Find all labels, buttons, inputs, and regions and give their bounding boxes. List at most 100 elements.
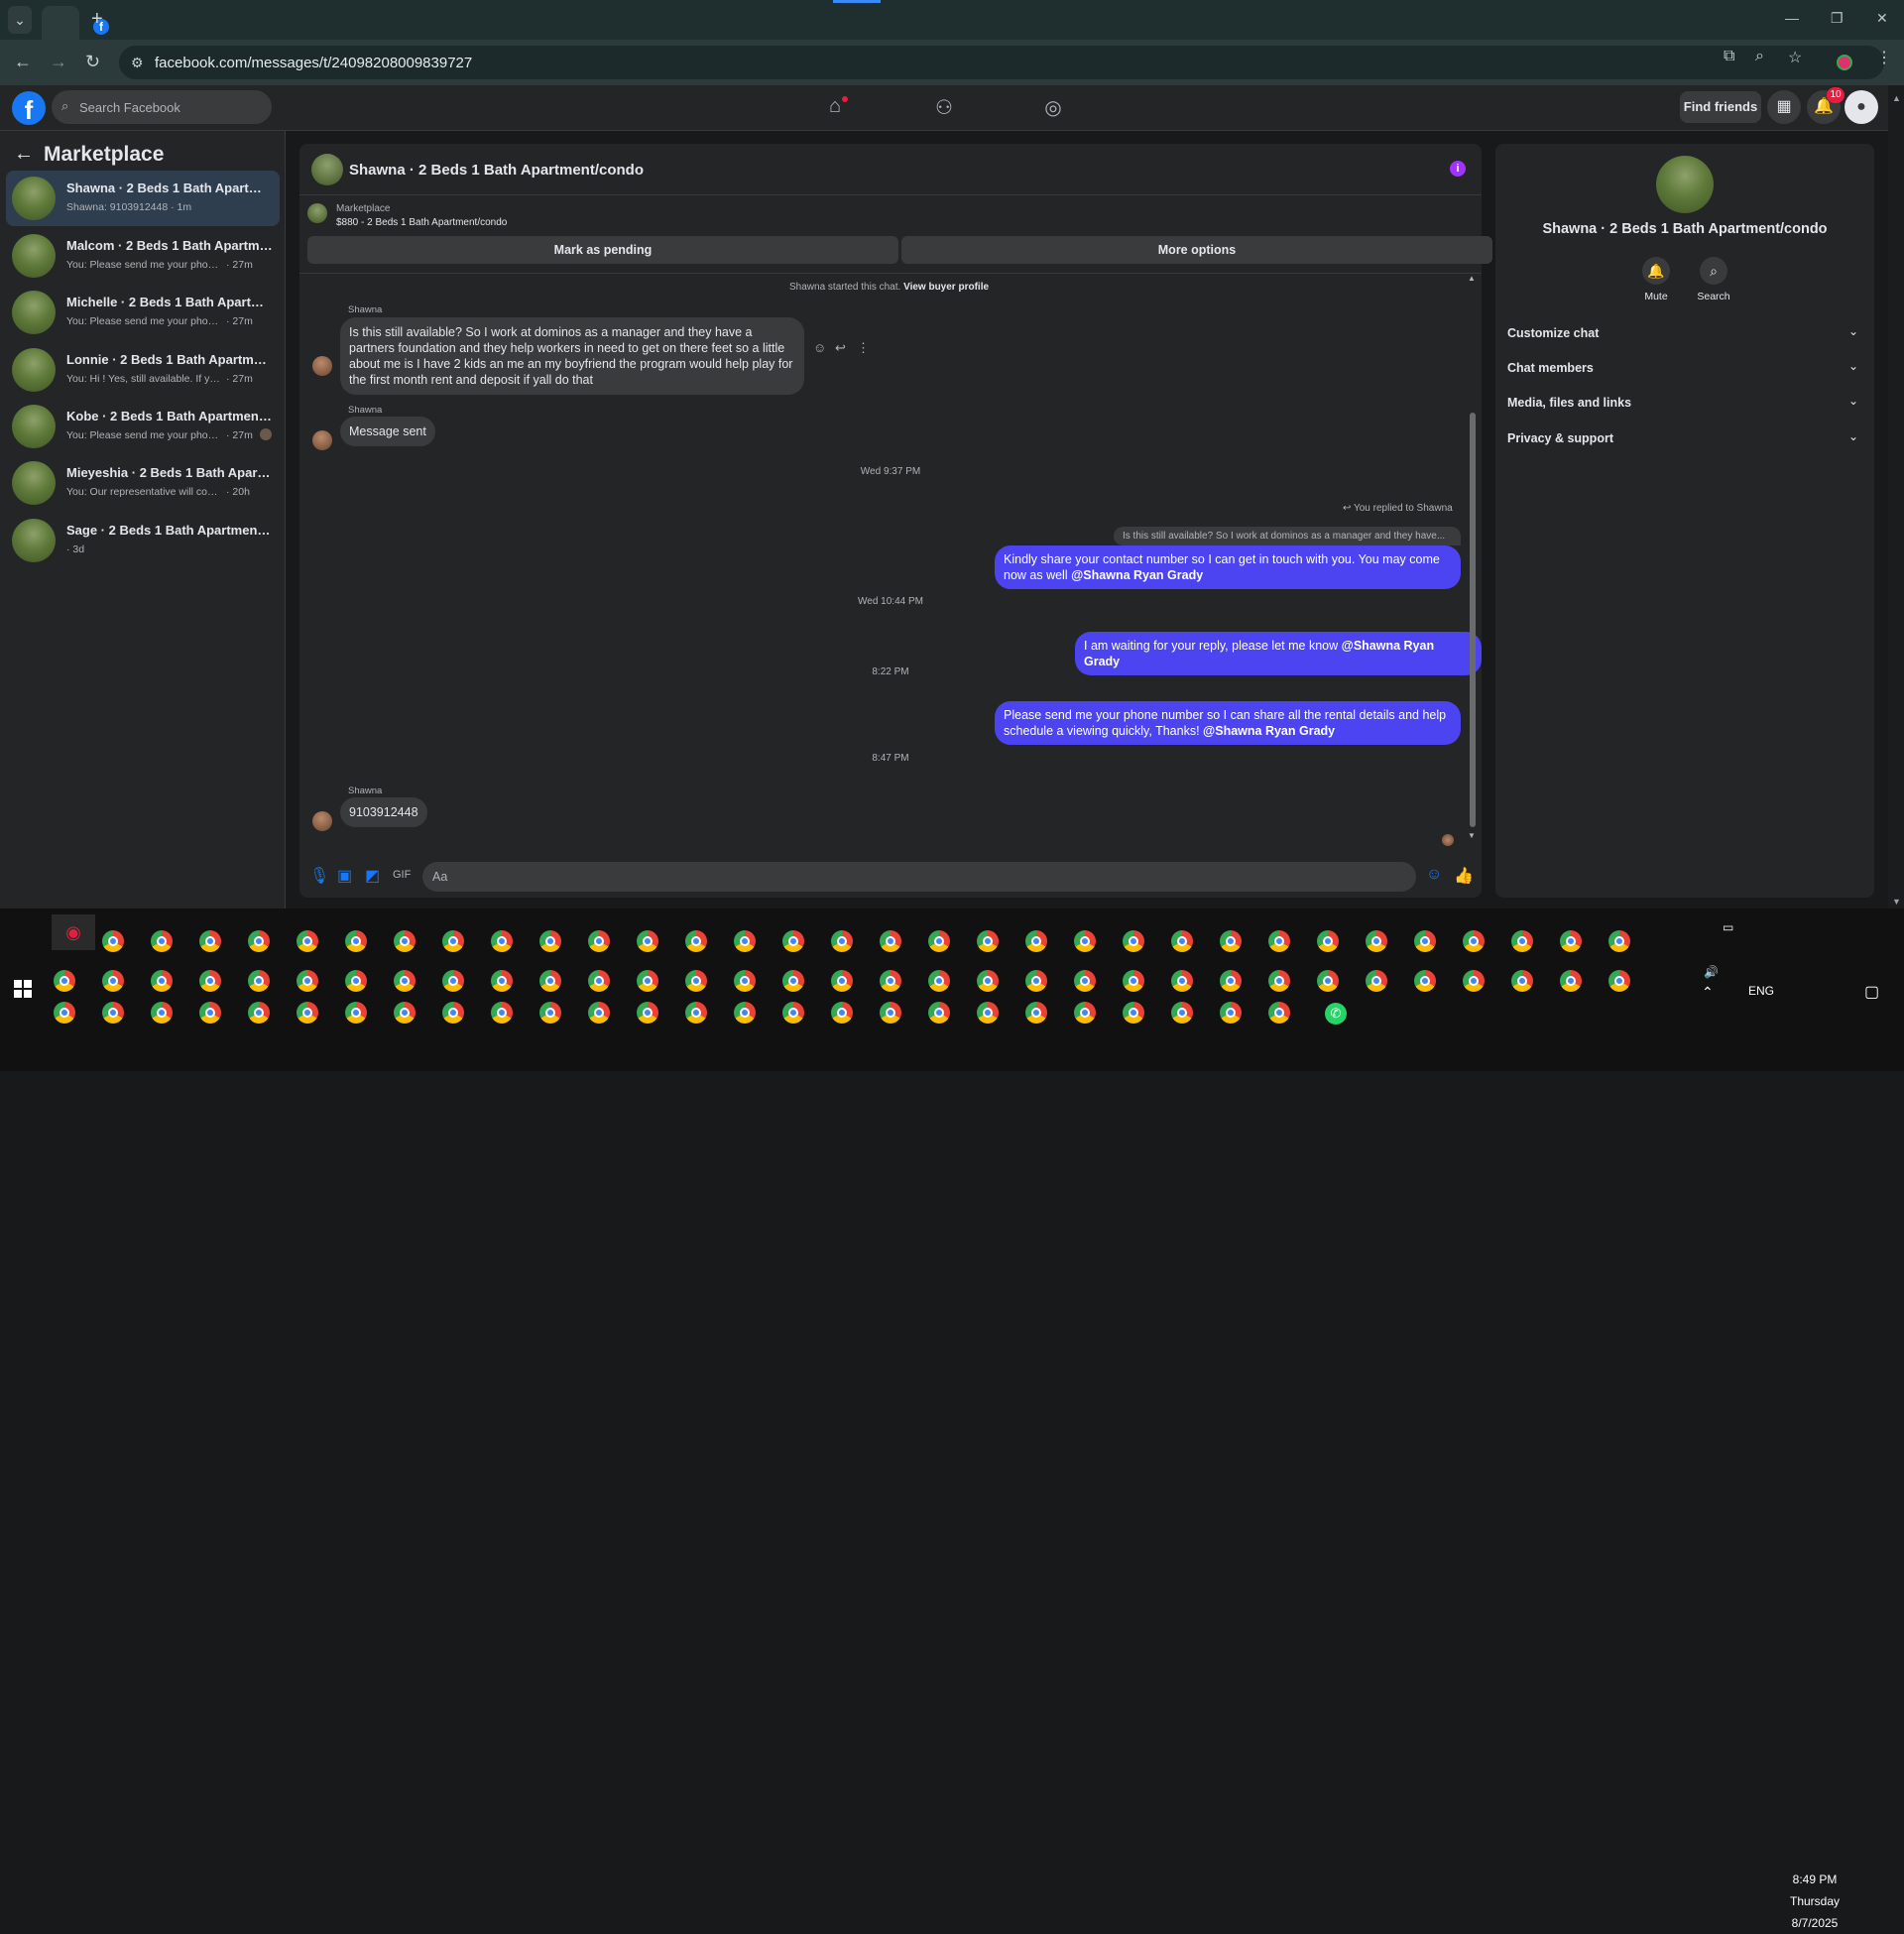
chat-avatar[interactable] bbox=[311, 154, 343, 185]
language-indicator[interactable]: ENG bbox=[1748, 984, 1774, 998]
chrome-taskbar-icon[interactable] bbox=[1220, 930, 1242, 952]
chrome-taskbar-icon[interactable] bbox=[297, 1002, 318, 1024]
chrome-taskbar-icon[interactable] bbox=[928, 930, 950, 952]
chat-title[interactable]: Shawna · 2 Beds 1 Bath Apartment/condo bbox=[349, 162, 644, 179]
chrome-taskbar-icon[interactable] bbox=[297, 970, 318, 992]
chrome-taskbar-icon[interactable] bbox=[297, 930, 318, 952]
chrome-taskbar-icon[interactable] bbox=[1123, 1002, 1144, 1024]
chrome-taskbar-icon[interactable] bbox=[1123, 930, 1144, 952]
conversation-item[interactable]: Sage · 2 Beds 1 Bath Apartment/co... · 3… bbox=[6, 513, 280, 568]
conversation-item[interactable]: Shawna · 2 Beds 1 Bath Apartment... Shaw… bbox=[6, 171, 280, 226]
chat-members-section[interactable]: Chat members ⌄ bbox=[1507, 357, 1864, 383]
friends-icon[interactable]: ⚇ bbox=[930, 95, 958, 121]
chrome-taskbar-icon[interactable] bbox=[491, 970, 513, 992]
chrome-taskbar-icon[interactable] bbox=[928, 1002, 950, 1024]
chrome-taskbar-icon[interactable] bbox=[394, 970, 416, 992]
extension-icon[interactable] bbox=[1837, 55, 1852, 70]
scroll-up-icon[interactable]: ▲ bbox=[1468, 274, 1476, 283]
conversation-item[interactable]: Lonnie · 2 Beds 1 Bath Apartment/... You… bbox=[6, 342, 280, 398]
chrome-taskbar-icon[interactable] bbox=[248, 970, 270, 992]
facebook-search-input[interactable]: ⌕ Search Facebook bbox=[52, 90, 272, 124]
conversation-item[interactable]: Kobe · 2 Beds 1 Bath Apartment... You: P… bbox=[6, 399, 280, 454]
chevron-up-icon[interactable]: ⌃ bbox=[1702, 984, 1714, 1001]
mute-button[interactable]: 🔔 Mute bbox=[1626, 257, 1686, 302]
chrome-taskbar-icon[interactable] bbox=[782, 930, 804, 952]
chrome-taskbar-icon[interactable] bbox=[782, 970, 804, 992]
chrome-taskbar-icon[interactable] bbox=[1171, 970, 1193, 992]
notification-center-icon[interactable]: ▢ bbox=[1864, 982, 1879, 1002]
thumbs-up-icon[interactable]: 👍 bbox=[1454, 866, 1474, 886]
minimize-icon[interactable]: — bbox=[1785, 10, 1799, 26]
info-icon[interactable]: i bbox=[1450, 161, 1466, 177]
forward-icon[interactable]: → bbox=[50, 52, 67, 72]
chrome-taskbar-icon[interactable] bbox=[1268, 970, 1290, 992]
mention[interactable]: @Shawna Ryan Grady bbox=[1071, 568, 1203, 582]
chrome-taskbar-icon[interactable] bbox=[782, 1002, 804, 1024]
chrome-taskbar-icon[interactable] bbox=[1074, 1002, 1096, 1024]
chrome-taskbar-icon[interactable] bbox=[1171, 1002, 1193, 1024]
reply-icon[interactable]: ↩ bbox=[835, 340, 846, 356]
volume-icon[interactable]: 🔊 bbox=[1704, 965, 1719, 979]
profile-avatar[interactable]: ● bbox=[1844, 90, 1878, 124]
incoming-message[interactable]: 9103912448 bbox=[340, 797, 427, 827]
new-tab-button[interactable]: + bbox=[91, 8, 103, 31]
close-icon[interactable]: ✕ bbox=[1876, 10, 1888, 27]
chrome-taskbar-icon[interactable] bbox=[880, 970, 901, 992]
chrome-taskbar-icon[interactable] bbox=[345, 1002, 367, 1024]
chrome-taskbar-icon[interactable] bbox=[1366, 970, 1387, 992]
outgoing-message[interactable]: Please send me your phone number so I ca… bbox=[995, 701, 1461, 745]
chrome-taskbar-icon[interactable] bbox=[977, 930, 999, 952]
chrome-taskbar-icon[interactable] bbox=[588, 930, 610, 952]
chrome-taskbar-icon[interactable] bbox=[1268, 930, 1290, 952]
photo-icon[interactable]: ▣ bbox=[337, 866, 352, 886]
sender-avatar[interactable] bbox=[312, 811, 332, 831]
chrome-taskbar-icon[interactable] bbox=[539, 930, 561, 952]
groups-icon[interactable]: ◎ bbox=[1039, 95, 1067, 121]
chrome-taskbar-icon[interactable] bbox=[637, 930, 658, 952]
find-friends-button[interactable]: Find friends bbox=[1680, 91, 1761, 123]
mark-as-pending-button[interactable]: Mark as pending bbox=[307, 236, 898, 264]
reload-icon[interactable]: ↻ bbox=[85, 52, 100, 72]
chrome-taskbar-icon[interactable] bbox=[1317, 970, 1339, 992]
chrome-taskbar-icon[interactable] bbox=[977, 1002, 999, 1024]
browser-menu-icon[interactable]: ⋮ bbox=[1876, 48, 1892, 67]
install-app-icon[interactable]: ⧉ bbox=[1724, 48, 1734, 65]
chrome-taskbar-icon[interactable] bbox=[1317, 930, 1339, 952]
chrome-taskbar-icon[interactable] bbox=[1560, 930, 1582, 952]
chrome-taskbar-icon[interactable] bbox=[151, 1002, 173, 1024]
customize-chat-section[interactable]: Customize chat ⌄ bbox=[1507, 322, 1864, 348]
chrome-taskbar-icon[interactable] bbox=[442, 930, 464, 952]
chrome-taskbar-icon[interactable] bbox=[1123, 970, 1144, 992]
address-bar[interactable]: ⚙ facebook.com/messages/t/24098208009839… bbox=[119, 46, 1884, 79]
facebook-logo[interactable]: f bbox=[12, 91, 46, 125]
chrome-taskbar-icon[interactable] bbox=[248, 1002, 270, 1024]
mention[interactable]: @Shawna Ryan Grady bbox=[1203, 724, 1335, 738]
chrome-taskbar-icon[interactable] bbox=[102, 1002, 124, 1024]
chrome-taskbar-icon[interactable] bbox=[637, 970, 658, 992]
chrome-taskbar-icon[interactable] bbox=[588, 970, 610, 992]
desktop-icon[interactable]: ▭ bbox=[1723, 920, 1733, 934]
chrome-taskbar-icon[interactable] bbox=[54, 1002, 75, 1024]
chrome-taskbar-icon[interactable] bbox=[685, 970, 707, 992]
chrome-taskbar-icon[interactable] bbox=[442, 1002, 464, 1024]
message-input[interactable]: Aa bbox=[422, 862, 1416, 892]
reply-quote[interactable]: Is this still available? So I work at do… bbox=[1114, 527, 1461, 545]
chrome-taskbar-icon[interactable] bbox=[928, 970, 950, 992]
whatsapp-icon[interactable]: ✆ bbox=[1325, 1003, 1347, 1025]
chrome-taskbar-icon[interactable] bbox=[685, 930, 707, 952]
apps-menu-icon[interactable]: ▦ bbox=[1767, 90, 1801, 124]
microphone-icon[interactable]: 🎙 bbox=[309, 866, 329, 886]
scroll-up-icon[interactable]: ▲ bbox=[1892, 93, 1901, 103]
chrome-taskbar-icon[interactable] bbox=[588, 1002, 610, 1024]
restore-icon[interactable]: ❐ bbox=[1831, 10, 1844, 27]
chrome-taskbar-icon[interactable] bbox=[54, 970, 75, 992]
chrome-taskbar-icon[interactable] bbox=[102, 970, 124, 992]
chrome-taskbar-icon[interactable] bbox=[1074, 930, 1096, 952]
scroll-down-icon[interactable]: ▼ bbox=[1892, 897, 1901, 907]
site-settings-icon[interactable]: ⚙ bbox=[131, 55, 144, 71]
chrome-taskbar-icon[interactable] bbox=[1025, 1002, 1047, 1024]
chrome-taskbar-icon[interactable] bbox=[199, 970, 221, 992]
chrome-taskbar-icon[interactable] bbox=[539, 970, 561, 992]
chrome-taskbar-icon[interactable] bbox=[1511, 930, 1533, 952]
active-app-icon[interactable]: ◉ bbox=[52, 914, 95, 950]
